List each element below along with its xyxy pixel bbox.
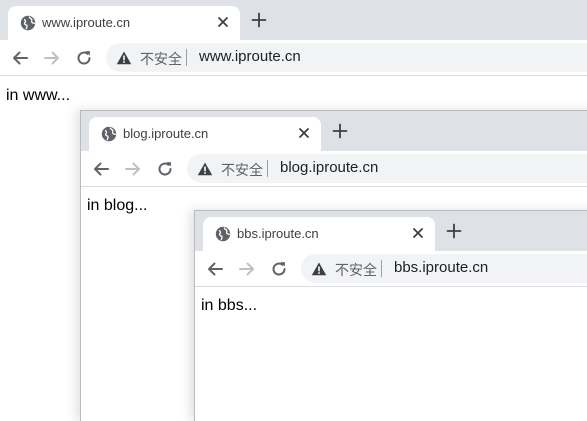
divider xyxy=(267,160,268,177)
warning-triangle-icon[interactable] xyxy=(116,50,132,66)
close-icon[interactable] xyxy=(295,124,313,142)
url-text[interactable]: bbs.iproute.cn xyxy=(394,259,488,276)
tab-strip: bbs.iproute.cn xyxy=(195,211,587,251)
globe-icon xyxy=(215,226,231,242)
security-label[interactable]: 不安全 xyxy=(335,260,377,280)
toolbar: 不安全 blog.iproute.cn xyxy=(81,151,587,187)
divider xyxy=(381,260,382,277)
globe-icon xyxy=(20,15,36,31)
address-bar[interactable]: 不安全 www.iproute.cn xyxy=(106,43,587,72)
page-text: in bbs... xyxy=(201,297,258,314)
tab-bbs[interactable]: bbs.iproute.cn xyxy=(203,217,435,251)
tab-blog[interactable]: blog.iproute.cn xyxy=(89,117,321,151)
arrow-left-icon[interactable] xyxy=(10,48,30,68)
address-bar[interactable]: 不安全 blog.iproute.cn xyxy=(187,154,587,183)
page-content: in bbs... xyxy=(195,287,587,325)
tab-www[interactable]: www.iproute.cn xyxy=(8,6,240,40)
tab-title: www.iproute.cn xyxy=(42,15,131,30)
page-text: in www... xyxy=(6,87,71,104)
toolbar: 不安全 www.iproute.cn xyxy=(0,40,587,76)
security-label[interactable]: 不安全 xyxy=(221,160,263,180)
address-bar[interactable]: 不安全 bbs.iproute.cn xyxy=(301,254,587,283)
url-text[interactable]: blog.iproute.cn xyxy=(280,159,378,176)
arrow-right-icon[interactable] xyxy=(42,48,62,68)
browser-window-bbs: bbs.iproute.cn 不安全 bbs.iproute.cn in bbs… xyxy=(194,210,587,421)
tab-strip: www.iproute.cn xyxy=(0,0,587,40)
url-text[interactable]: www.iproute.cn xyxy=(199,48,301,65)
reload-icon[interactable] xyxy=(74,48,94,68)
globe-icon xyxy=(101,126,117,142)
close-icon[interactable] xyxy=(214,13,232,31)
reload-icon[interactable] xyxy=(269,259,289,279)
plus-icon[interactable] xyxy=(331,122,349,140)
tab-title: blog.iproute.cn xyxy=(123,126,209,141)
tab-title: bbs.iproute.cn xyxy=(237,226,319,241)
warning-triangle-icon[interactable] xyxy=(197,161,213,177)
tab-strip: blog.iproute.cn xyxy=(81,111,587,151)
arrow-right-icon[interactable] xyxy=(237,259,257,279)
plus-icon[interactable] xyxy=(445,222,463,240)
warning-triangle-icon[interactable] xyxy=(311,261,327,277)
arrow-left-icon[interactable] xyxy=(91,159,111,179)
arrow-left-icon[interactable] xyxy=(205,259,225,279)
toolbar: 不安全 bbs.iproute.cn xyxy=(195,251,587,287)
security-label[interactable]: 不安全 xyxy=(140,49,182,69)
page-text: in blog... xyxy=(87,197,148,214)
divider xyxy=(186,49,187,66)
plus-icon[interactable] xyxy=(250,11,268,29)
reload-icon[interactable] xyxy=(155,159,175,179)
close-icon[interactable] xyxy=(409,224,427,242)
arrow-right-icon[interactable] xyxy=(123,159,143,179)
